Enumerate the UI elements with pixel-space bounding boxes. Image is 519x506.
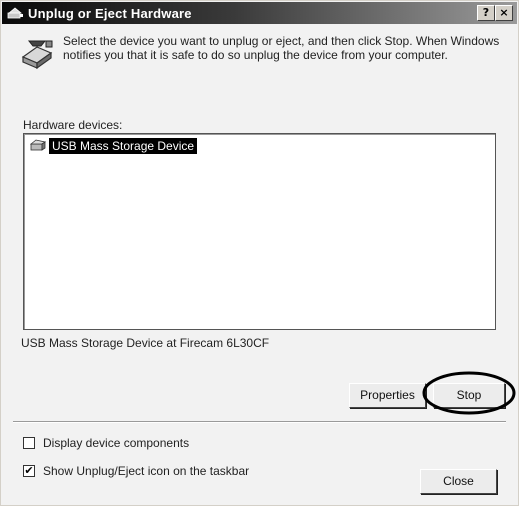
display-components-option[interactable]: Display device components xyxy=(23,436,189,450)
show-taskbar-icon-checkbox[interactable]: ✔ xyxy=(23,465,35,477)
stop-button[interactable]: Stop xyxy=(433,383,505,408)
hardware-eject-icon xyxy=(7,7,23,19)
device-status-text: USB Mass Storage Device at Firecam 6L30C… xyxy=(21,336,270,350)
close-button[interactable]: Close xyxy=(420,469,497,494)
hardware-eject-icon xyxy=(21,40,53,70)
unplug-eject-dialog: Unplug or Eject Hardware ? × Select the … xyxy=(0,0,519,506)
window-title: Unplug or Eject Hardware xyxy=(28,5,192,21)
show-taskbar-icon-label: Show Unplug/Eject icon on the taskbar xyxy=(43,464,250,478)
show-taskbar-icon-option[interactable]: ✔ Show Unplug/Eject icon on the taskbar xyxy=(23,464,249,478)
checkmark-icon: ✔ xyxy=(24,464,34,477)
display-components-label: Display device components xyxy=(43,436,190,450)
properties-button[interactable]: Properties xyxy=(349,383,426,408)
help-button[interactable]: ? xyxy=(477,5,495,21)
instructions-text: Select the device you want to unplug or … xyxy=(63,34,500,62)
display-components-checkbox[interactable] xyxy=(23,437,35,449)
hardware-devices-label: Hardware devices: xyxy=(23,118,123,132)
close-window-button[interactable]: × xyxy=(495,5,513,21)
device-label: USB Mass Storage Device xyxy=(49,138,198,154)
hardware-device-list[interactable]: USB Mass Storage Device xyxy=(23,133,496,330)
usb-device-icon xyxy=(30,139,46,151)
title-bar: Unplug or Eject Hardware ? × xyxy=(2,2,517,24)
divider xyxy=(13,421,506,423)
list-item[interactable]: USB Mass Storage Device xyxy=(30,138,198,154)
